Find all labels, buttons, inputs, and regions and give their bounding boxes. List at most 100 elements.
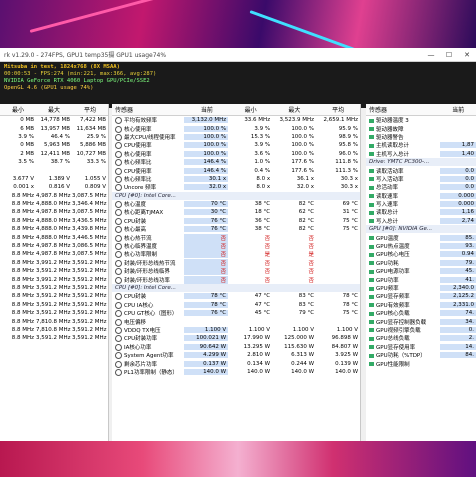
table-row[interactable]: PL1功率限制（静态） 140.0 W 140.0 W 140.0 W 140.0 W [112, 368, 360, 376]
table-row[interactable] [0, 166, 108, 174]
table-row[interactable]: CPU封装功率 100.021 W 17.990 W 125.000 W 96.898 … [112, 334, 360, 343]
table-row[interactable]: 核心距离TjMAX 30 °C 18 °C 62 °C 31 °C [112, 208, 360, 217]
table-row[interactable]: 最大CPU/线程使用率 100.0 % 15.3 % 100.0 % 98.9 % [112, 133, 360, 141]
table-row[interactable]: 总活动率 0.0 [366, 183, 476, 191]
table-row[interactable]: IA核心功率 90.642 W 13.295 W 115.630 W 84.807 W [112, 343, 360, 351]
table-row[interactable]: 封装/环形总线热节流 否 否 否 [112, 258, 360, 267]
table-row[interactable]: 主机写入总计 1,40 [366, 150, 476, 158]
table-row[interactable]: GPU显存控制器负载 34. [366, 317, 476, 326]
left-sensor-pane[interactable]: 最小 最大 平均 0 MB 14,778 MB 7,422 MB 6 MB 13,957… [0, 104, 109, 441]
table-row[interactable]: 写入总计 2,74 [366, 217, 476, 225]
table-row[interactable]: 读取速率 0.000 [366, 192, 476, 200]
table-row[interactable]: CPU GT核心（图形） 76 °C 45 °C 79 °C 75 °C [112, 309, 360, 318]
table-row[interactable]: 8.8 MHz 4,987.8 MHz 3,087.5 MHz [0, 208, 108, 216]
col-sensor-header[interactable]: 传感器 [366, 105, 440, 114]
table-row[interactable]: 8.8 MHz 3,591.2 MHz 3,591.2 MHz [0, 301, 108, 309]
table-row[interactable]: 读取总计 1,16 [366, 208, 476, 216]
col-avg-header[interactable]: 平均 [316, 105, 360, 114]
table-row[interactable]: 核心频率比 30.1 x 8.0 x 36.1 x 30.3 x [112, 175, 360, 183]
table-row[interactable]: 8.8 MHz 3,991.2 MHz 3,591.2 MHz [0, 259, 108, 267]
table-row[interactable]: 驱动器故障 [366, 124, 476, 133]
table-row[interactable]: 8.8 MHz 4,888.0 MHz 3,446.5 MHz [0, 233, 108, 241]
table-row[interactable]: CPU使用率 100.0 % 3.9 % 100.0 % 95.8 % [112, 141, 360, 150]
table-row[interactable]: GPU有效频率 2,331.0 [366, 301, 476, 309]
table-row[interactable]: 写入活动率 0.0 [366, 175, 476, 183]
table-row[interactable]: 主机读取总计 1,87 [366, 141, 476, 149]
table-row[interactable]: 8.8 MHz 3,991.2 MHz 3,591.2 MHz [0, 275, 108, 283]
col-min-header[interactable]: 最小 [0, 105, 36, 114]
col-current-header[interactable]: 当前 [185, 105, 229, 114]
table-row[interactable]: 写入速率 0.000 [366, 200, 476, 208]
table-row[interactable]: 3.9 % 46.4 % 25.9 % [0, 133, 108, 141]
maximize-button[interactable]: ☐ [440, 51, 458, 59]
table-row[interactable]: 2 MB 12,411 MB 10,727 MB [0, 150, 108, 158]
table-row[interactable]: 核心使用率 100.0 % 3.6 % 100.0 % 96.0 % [112, 150, 360, 158]
col-sensor-header[interactable]: 传感器 [112, 105, 185, 114]
table-row[interactable]: 8.8 MHz 4,888.0 MHz 3,439.8 MHz [0, 225, 108, 233]
table-row[interactable]: Uncore 频率 32.0 x 8.0 x 32.0 x 30.3 x [112, 183, 360, 192]
section-header[interactable]: CPU [#0]: Intel Core... [112, 283, 360, 293]
table-row[interactable]: 3.5 % 38.7 % 33.3 % [0, 158, 108, 166]
table-row[interactable]: 8.8 MHz 4,888.0 MHz 3,346.4 MHz [0, 200, 108, 208]
table-row[interactable]: GPU视频引擎负载 0. [366, 326, 476, 334]
table-row[interactable]: 核心临界温度 否 否 否 [112, 242, 360, 251]
table-row[interactable]: 平均有效频率 3,132.0 MHz 33.6 MHz 3,523.9 MHz 2,65… [112, 116, 360, 125]
section-header[interactable]: CPU [#0]: Intel Core... [112, 191, 360, 200]
col-avg-header[interactable]: 平均 [72, 105, 108, 114]
table-row[interactable]: CPU使用率 146.4 % 0.4 % 177.6 % 111.3 % [112, 166, 360, 175]
table-row[interactable]: CPU封装 78 °C 47 °C 83 °C 78 °C [112, 292, 360, 301]
table-row[interactable]: 封装/环形总线临界 否 否 否 [112, 267, 360, 276]
table-row[interactable]: GPU核心负载 74. [366, 309, 476, 317]
table-row[interactable]: 8.8 MHz 3,591.2 MHz 3,591.2 MHz [0, 267, 108, 275]
table-row[interactable]: GPU功耗（%TDP） 84. [366, 351, 476, 359]
table-row[interactable]: 核心功率限制 否 是 是 [112, 250, 360, 259]
table-row[interactable]: 封装/环形总线功率 否 否 否 [112, 275, 360, 284]
col-max-header[interactable]: 最大 [273, 105, 317, 114]
table-row[interactable]: 读取活动率 0.0 [366, 166, 476, 175]
col-max-header[interactable]: 最大 [36, 105, 72, 114]
table-row[interactable]: 核心频率比 146.4 % 1.0 % 177.6 % 111.8 % [112, 158, 360, 167]
right-sensor-pane[interactable]: 传感器 当前 驱动器温度 3 驱动器故障 驱动器警告 主机读取总计 1,87 主机写入总计… [366, 104, 476, 441]
table-row[interactable]: GPU核心电压 0.94 [366, 250, 476, 258]
table-row[interactable]: 0.001 x 0.816 V 0.809 V [0, 183, 108, 191]
table-row[interactable]: GPU电源功率 45. [366, 267, 476, 275]
table-row[interactable]: 8.8 MHz 7,810.8 MHz 3,591.2 MHz [0, 317, 108, 325]
table-row[interactable]: 8.8 MHz 7,810.8 MHz 3,591.2 MHz [0, 326, 108, 334]
window-titlebar[interactable]: rk v1.29.0 - 274FPS, GPU1 temp35摄 GPU1 u… [0, 48, 476, 62]
col-min-header[interactable]: 最小 [229, 105, 273, 114]
table-row[interactable]: 8.8 MHz 4,987.8 MHz 3,087.5 MHz [0, 250, 108, 258]
table-row[interactable]: 8.8 MHz 3,591.2 MHz 3,591.2 MHz [0, 284, 108, 292]
minimize-button[interactable]: — [422, 51, 440, 59]
table-row[interactable]: 3.677 V 1.389 V 1.055 V [0, 175, 108, 183]
table-row[interactable]: 0 MB 5,963 MB 5,886 MB [0, 141, 108, 149]
table-row[interactable]: GPU总线负载 2. [366, 334, 476, 342]
table-row[interactable]: 驱动器温度 3 [366, 116, 476, 124]
table-row[interactable]: 8.8 MHz 4,888.0 MHz 3,436.5 MHz [0, 217, 108, 225]
table-row[interactable]: GPU频率 2,340.0 [366, 284, 476, 292]
table-row[interactable]: GPU显存频率 2,125.2 [366, 292, 476, 300]
table-row[interactable]: GPU温度 85. [366, 233, 476, 242]
table-row[interactable]: 8.8 MHz 3,591.2 MHz 3,591.2 MHz [0, 309, 108, 317]
table-row[interactable]: 8.8 MHz 3,591.2 MHz 3,591.2 MHz [0, 292, 108, 300]
table-row[interactable]: 0 MB 14,778 MB 7,422 MB [0, 116, 108, 124]
table-row[interactable]: 6 MB 13,957 MB 11,634 MB [0, 124, 108, 132]
table-row[interactable]: 驱动器警告 [366, 133, 476, 141]
table-row[interactable]: GPU功率 41. [366, 275, 476, 284]
table-row[interactable]: 核心热节流 否 否 否 [112, 233, 360, 242]
table-row[interactable]: 电压偏移 [112, 317, 360, 326]
section-header[interactable]: GPU [#0]: NVIDIA Ge... [366, 225, 476, 234]
table-row[interactable]: 核心使用率 100.0 % 3.9 % 100.0 % 95.9 % [112, 124, 360, 133]
table-row[interactable]: CPU封装 76 °C 36 °C 82 °C 75 °C [112, 217, 360, 225]
table-row[interactable]: System Agent功率 4.299 W 2.810 W 6.313 W 3.925… [112, 351, 360, 360]
table-row[interactable]: 剩余芯片功率 0.137 W 0.134 W 0.244 W 0.139 W [112, 359, 360, 368]
col-current-header[interactable]: 当前 [440, 105, 476, 114]
table-row[interactable]: 8.8 MHz 4,987.8 MHz 3,087.5 MHz [0, 192, 108, 200]
table-row[interactable]: 核心最高 76 °C 38 °C 82 °C 75 °C [112, 225, 360, 234]
table-row[interactable]: GPU功耗 79. [366, 259, 476, 267]
table-row[interactable]: 核心温度 70 °C 38 °C 82 °C 69 °C [112, 200, 360, 209]
table-row[interactable]: CPU IA核心 78 °C 47 °C 83 °C 78 °C [112, 301, 360, 309]
table-row[interactable]: 8.8 MHz 3,591.2 MHz 3,591.2 MHz [0, 334, 108, 342]
close-button[interactable]: ✕ [458, 51, 476, 59]
middle-sensor-pane[interactable]: 传感器 当前 最小 最大 平均 平均有效频率 3,132.0 MHz 33.6 MH… [112, 104, 361, 441]
table-row[interactable]: 8.8 MHz 4,987.8 MHz 3,086.5 MHz [0, 242, 108, 250]
